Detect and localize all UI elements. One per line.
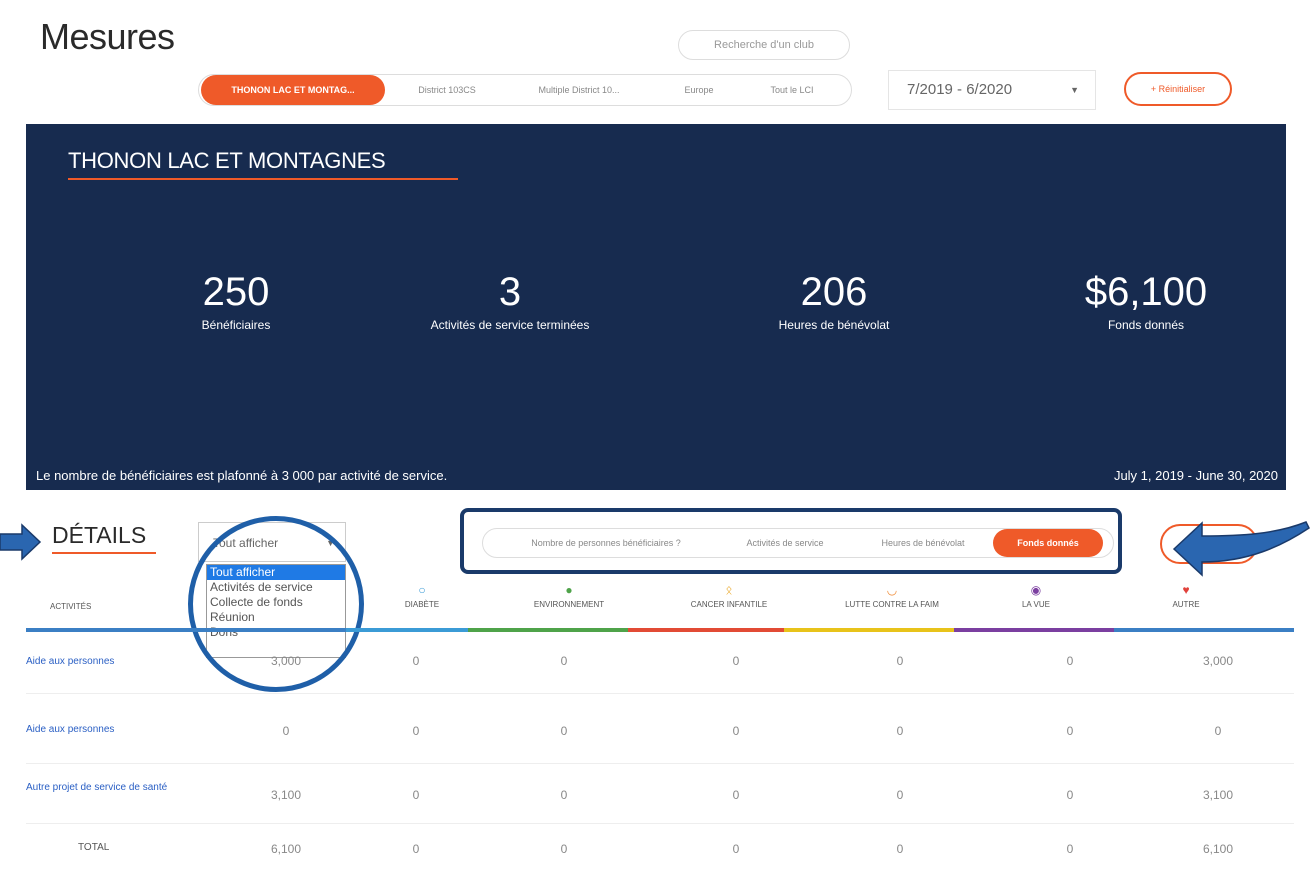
column-label: LA VUE <box>1021 600 1050 609</box>
value-cell: 0 <box>412 724 420 738</box>
metric-tab-funds[interactable]: Fonds donnés <box>993 529 1103 557</box>
column-vision[interactable]: ◉ LA VUE <box>976 582 1096 609</box>
value-cell: 0 <box>732 724 740 738</box>
metric-tabs: Nombre de personnes bénéficiaires ? Acti… <box>482 528 1114 558</box>
value-cell: 0 <box>896 724 904 738</box>
annotation-arrow-right <box>0 523 42 561</box>
table-row: Autre projet de service de santé 3,100 0… <box>26 764 1294 824</box>
total-cell: 0 <box>560 842 568 856</box>
column-other[interactable]: ♥ AUTRE <box>1126 582 1246 609</box>
metric-tab-service-activities[interactable]: Activités de service <box>727 529 843 557</box>
stat-value: 250 <box>202 270 270 314</box>
stat-volunteer-hours: 206 Heures de bénévolat <box>704 270 964 332</box>
metric-tab-beneficiaries[interactable]: Nombre de personnes bénéficiaires ? <box>497 529 715 557</box>
value-cell: 0 <box>1066 654 1074 668</box>
value-cell: 0 <box>1066 724 1074 738</box>
bowl-icon: ◡ <box>886 583 898 597</box>
value-cell: 0 <box>732 788 740 802</box>
scope-tab-club[interactable]: THONON LAC ET MONTAG... <box>201 75 385 105</box>
value-cell: 0 <box>896 788 904 802</box>
club-name: THONON LAC ET MONTAGNES <box>68 148 386 173</box>
column-label: CANCER INFANTILE <box>690 600 768 609</box>
chevron-down-icon: ▼ <box>1070 85 1079 95</box>
value-cell: 3,100 <box>1202 788 1234 802</box>
scope-tabs: THONON LAC ET MONTAG... District 103CS M… <box>198 74 852 106</box>
beneficiary-cap-note: Le nombre de bénéficiaires est plafonné … <box>36 468 448 483</box>
reset-button[interactable]: + Réinitialiser <box>1124 72 1232 106</box>
scope-tab-europe[interactable]: Europe <box>659 75 739 105</box>
value-cell: 0 <box>560 788 568 802</box>
value-cell: 3,000 <box>1202 654 1234 668</box>
value-cell: 0 <box>282 724 290 738</box>
column-label: DIABÈTE <box>404 600 440 609</box>
summary-banner: THONON LAC ET MONTAGNES 250 Bénéficiaire… <box>26 124 1286 490</box>
total-label: TOTAL <box>78 842 110 853</box>
stat-value: 3 <box>498 270 522 314</box>
table-header: ACTIVITÉS ○ DIABÈTE ● ENVIRONNEMENT ᛟ CA… <box>26 576 1294 628</box>
activity-link[interactable]: Aide aux personnes <box>26 724 114 735</box>
club-search-input[interactable]: Recherche d'un club <box>678 30 850 60</box>
value-cell: 0 <box>412 788 420 802</box>
scope-tab-lci[interactable]: Tout le LCI <box>747 75 837 105</box>
column-childhood-cancer[interactable]: ᛟ CANCER INFANTILE <box>654 582 804 609</box>
page-title: Mesures <box>40 16 175 57</box>
total-cell: 0 <box>412 842 420 856</box>
club-name-underline <box>68 178 458 180</box>
scope-tab-multiple-district[interactable]: Multiple District 10... <box>509 75 649 105</box>
value-cell: 0 <box>896 654 904 668</box>
column-label: AUTRE <box>1172 600 1200 609</box>
value-cell: 3,000 <box>270 654 302 668</box>
column-label: ENVIRONNEMENT <box>533 600 605 609</box>
eye-icon: ◉ <box>1030 583 1042 597</box>
value-cell: 0 <box>1066 788 1074 802</box>
diabetes-icon: ○ <box>418 583 426 597</box>
stat-value: $6,100 <box>1084 270 1208 314</box>
column-hunger[interactable]: ◡ LUTTE CONTRE LA FAIM <box>802 582 982 609</box>
table-row: Aide aux personnes 0 0 0 0 0 0 0 <box>26 694 1294 764</box>
value-cell: 0 <box>560 654 568 668</box>
column-diabetes[interactable]: ○ DIABÈTE <box>372 582 472 609</box>
period-select[interactable]: 7/2019 - 6/2020 ▼ <box>888 70 1096 110</box>
total-cell: 6,100 <box>270 842 302 856</box>
stat-label: Bénéficiaires <box>201 318 271 332</box>
column-label: LUTTE CONTRE LA FAIM <box>845 600 939 609</box>
stat-activities: 3 Activités de service terminées <box>380 270 640 332</box>
total-cell: 0 <box>896 842 904 856</box>
date-range: July 1, 2019 - June 30, 2020 <box>1113 468 1278 483</box>
annotation-arrow-left <box>1172 521 1310 577</box>
value-cell: 0 <box>1214 724 1222 738</box>
table-total-row: TOTAL 6,100 0 0 0 0 0 6,100 <box>26 824 1294 870</box>
stat-label: Activités de service terminées <box>430 318 590 332</box>
stat-beneficiaries: 250 Bénéficiaires <box>106 270 366 332</box>
scope-tab-district[interactable]: District 103CS <box>395 75 499 105</box>
ribbon-icon: ᛟ <box>725 583 733 597</box>
details-title: DÉTAILS <box>52 522 147 548</box>
total-cell: 6,100 <box>1202 842 1234 856</box>
activity-link[interactable]: Autre projet de service de santé <box>26 780 176 795</box>
heart-icon: ♥ <box>1182 583 1190 597</box>
stat-value: 206 <box>800 270 868 314</box>
column-environment[interactable]: ● ENVIRONNEMENT <box>494 582 644 609</box>
metric-tab-volunteer-hours[interactable]: Heures de bénévolat <box>863 529 983 557</box>
stat-label: Fonds donnés <box>1107 318 1185 332</box>
leaf-icon: ● <box>565 583 573 597</box>
value-cell: 0 <box>732 654 740 668</box>
stat-funds: $6,100 Fonds donnés <box>1016 270 1276 332</box>
activity-link[interactable]: Aide aux personnes <box>26 656 114 667</box>
activities-column-header: ACTIVITÉS <box>50 602 92 611</box>
period-value: 7/2019 - 6/2020 <box>907 81 1013 98</box>
total-cell: 0 <box>1066 842 1074 856</box>
details-underline <box>52 552 156 554</box>
value-cell: 0 <box>560 724 568 738</box>
value-cell: 0 <box>412 654 420 668</box>
total-cell: 0 <box>732 842 740 856</box>
stat-label: Heures de bénévolat <box>778 318 890 332</box>
value-cell: 3,100 <box>270 788 302 802</box>
table-row: Aide aux personnes 3,000 0 0 0 0 0 3,000 <box>26 632 1294 694</box>
